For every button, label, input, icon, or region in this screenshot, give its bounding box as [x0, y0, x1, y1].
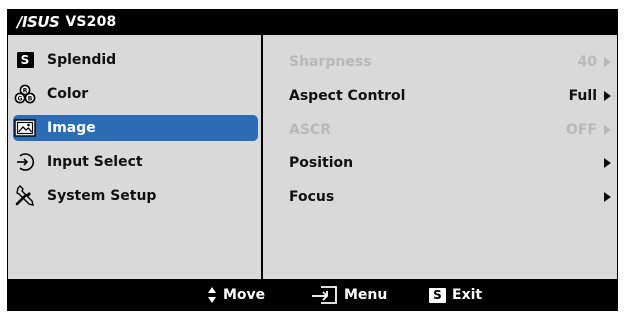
setting-label: Aspect Control — [289, 88, 406, 104]
svg-text:R: R — [23, 88, 28, 95]
setting-label: ASCR — [289, 122, 331, 138]
setting-position[interactable]: Position — [289, 152, 611, 174]
setting-focus[interactable]: Focus — [289, 186, 611, 208]
splendid-s-icon: S — [14, 49, 36, 71]
menu-item-splendid[interactable]: S Splendid — [14, 47, 116, 73]
footer-menu-label: Menu — [344, 287, 388, 303]
setting-value: 40 — [577, 54, 597, 70]
menu-item-label: Image — [47, 120, 96, 136]
setting-sharpness[interactable]: Sharpness 40 — [289, 51, 611, 73]
brand: /ISUS VS208 — [17, 13, 117, 31]
image-icon — [14, 117, 36, 139]
footer-move-label: Move — [223, 287, 266, 303]
chevron-right-icon — [604, 91, 611, 101]
model-name: VS208 — [65, 14, 117, 30]
footer-move: Move — [207, 286, 265, 304]
splendid-s-icon: S — [429, 287, 446, 303]
menu-item-label: Color — [47, 86, 89, 102]
setting-label: Position — [289, 155, 354, 171]
up-down-arrows-icon — [207, 286, 217, 304]
menu-item-color[interactable]: R G B Color — [14, 81, 88, 107]
title-bar: /ISUS VS208 — [7, 9, 618, 35]
osd-window: /ISUS VS208 S Splendid R G B Color Image… — [7, 9, 618, 311]
setting-label: Sharpness — [289, 54, 372, 70]
chevron-right-icon — [604, 125, 611, 135]
color-rgb-icon: R G B — [14, 83, 36, 105]
footer-exit-label: Exit — [452, 287, 483, 303]
input-arrow-icon — [14, 151, 36, 173]
setting-value: Full — [568, 88, 597, 104]
chevron-right-icon — [604, 158, 611, 168]
main-menu-panel: S Splendid R G B Color Image Input Selec… — [8, 35, 261, 279]
menu-item-label: Input Select — [47, 154, 143, 170]
svg-text:B: B — [28, 96, 33, 103]
footer-exit: S Exit — [429, 287, 482, 303]
tools-icon — [14, 185, 36, 207]
setting-aspect-control[interactable]: Aspect Control Full — [289, 85, 611, 107]
chevron-right-icon — [604, 57, 611, 67]
asus-logo: /ISUS — [17, 13, 60, 31]
submenu-panel: Sharpness 40 Aspect Control Full ASCR OF… — [263, 35, 617, 279]
setting-label: Focus — [289, 189, 335, 205]
menu-item-input-select[interactable]: Input Select — [14, 149, 143, 175]
chevron-right-icon — [604, 192, 611, 202]
svg-text:G: G — [18, 96, 23, 103]
enter-icon — [310, 285, 338, 305]
menu-item-image[interactable]: Image — [13, 115, 258, 141]
footer-hint-bar: Move Menu S Exit — [7, 279, 618, 311]
setting-ascr[interactable]: ASCR OFF — [289, 119, 611, 141]
menu-item-system-setup[interactable]: System Setup — [14, 183, 156, 209]
setting-value: OFF — [565, 122, 597, 138]
menu-item-label: System Setup — [47, 188, 157, 204]
menu-item-label: Splendid — [47, 52, 117, 68]
footer-menu: Menu — [310, 285, 387, 305]
